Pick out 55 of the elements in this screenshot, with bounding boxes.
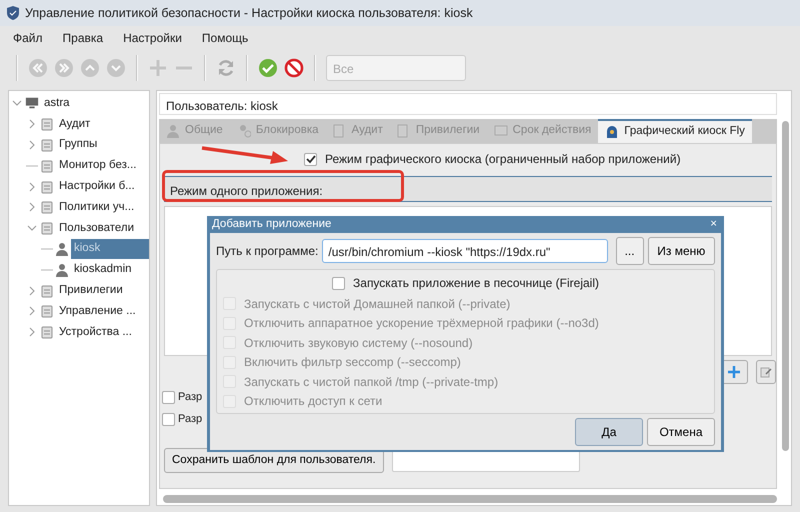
browse-button[interactable]: ... (616, 237, 644, 266)
tree-item[interactable]: Пользователи (56, 218, 138, 238)
shield-icon (6, 5, 20, 21)
checkbox[interactable] (332, 276, 346, 290)
user-icon (55, 242, 69, 256)
menu-item[interactable]: Файл (13, 29, 43, 47)
dialog-button[interactable]: Отмена (647, 418, 715, 446)
user-icon (55, 262, 69, 277)
computer-icon (25, 96, 39, 110)
tree-item[interactable]: Привилегии (56, 280, 126, 300)
menu-item[interactable]: Помощь (202, 29, 248, 47)
menu-item[interactable]: Правка (62, 29, 104, 47)
checkbox[interactable] (162, 390, 175, 404)
tab-icon (166, 124, 180, 138)
checkbox-label: Отключить звуковую систему (--nosound) (244, 334, 473, 352)
checkbox-label: Отключить аппаратное ускорение трёхмерной графики (--no3d) (244, 315, 599, 332)
tree-item[interactable]: kioskadmin (71, 260, 135, 280)
checkbox-label: Включить фильтр seccomp (--seccomp) (244, 354, 461, 371)
user-field: Пользователь: kiosk (159, 93, 777, 115)
checkbox[interactable] (162, 412, 175, 426)
tree-item[interactable]: Монитор без... (56, 156, 140, 176)
tree-item[interactable]: Группы (56, 135, 100, 155)
window-title: Управление политикой безопасности - Настройки киоска пользователя: kiosk (25, 4, 473, 22)
tree-item[interactable]: Управление ... (56, 302, 139, 321)
tree-item[interactable]: Аудит (56, 114, 94, 134)
close-button[interactable]: × (710, 216, 717, 234)
checkbox[interactable] (304, 152, 317, 166)
tree-item[interactable]: Политики уч... (56, 198, 138, 217)
dialog-button[interactable]: Да (575, 418, 643, 446)
edit-button[interactable] (756, 360, 776, 384)
forbidden-icon[interactable] (284, 58, 304, 78)
checkbox-label: Режим графического киоска (ограниченный набор приложений) (325, 151, 681, 168)
path-field[interactable]: /usr/bin/chromium --kiosk "https://19dx.ru" (322, 239, 608, 264)
tab[interactable]: Графический киоск Fly (598, 119, 752, 143)
tree-item[interactable]: astra (41, 94, 73, 114)
checkbox-label: Запускать с чистой папкой /tmp (--private-tmp) (244, 374, 498, 390)
scrollbar[interactable] (782, 121, 789, 451)
checkbox-label: Разр (178, 412, 202, 427)
from-menu-button[interactable]: Из меню (648, 237, 715, 266)
tree-item[interactable]: Устройства ... (56, 322, 135, 342)
tab-icon (494, 124, 508, 138)
kiosk-icon (605, 125, 620, 139)
scrollbar[interactable] (163, 495, 777, 503)
menu-item[interactable]: Настройки (123, 29, 182, 47)
checkbox-label: Разр (178, 390, 202, 405)
path-label: Путь к программе: (216, 243, 318, 260)
dialog-title: Добавить приложение (212, 217, 332, 232)
section-header: Режим одного приложения: (164, 176, 772, 202)
checkbox-label: Запускать с чистой Домашней папкой (--private) (244, 296, 510, 312)
check-icon[interactable] (258, 58, 278, 78)
checkbox-label: Запускать приложение в песочнице (Firejail) (353, 275, 599, 292)
checkbox-label: Отключить доступ к сети (244, 393, 382, 410)
edit-icon (760, 366, 772, 378)
plus-icon (728, 366, 740, 378)
tree-item[interactable]: Настройки б... (56, 176, 138, 196)
